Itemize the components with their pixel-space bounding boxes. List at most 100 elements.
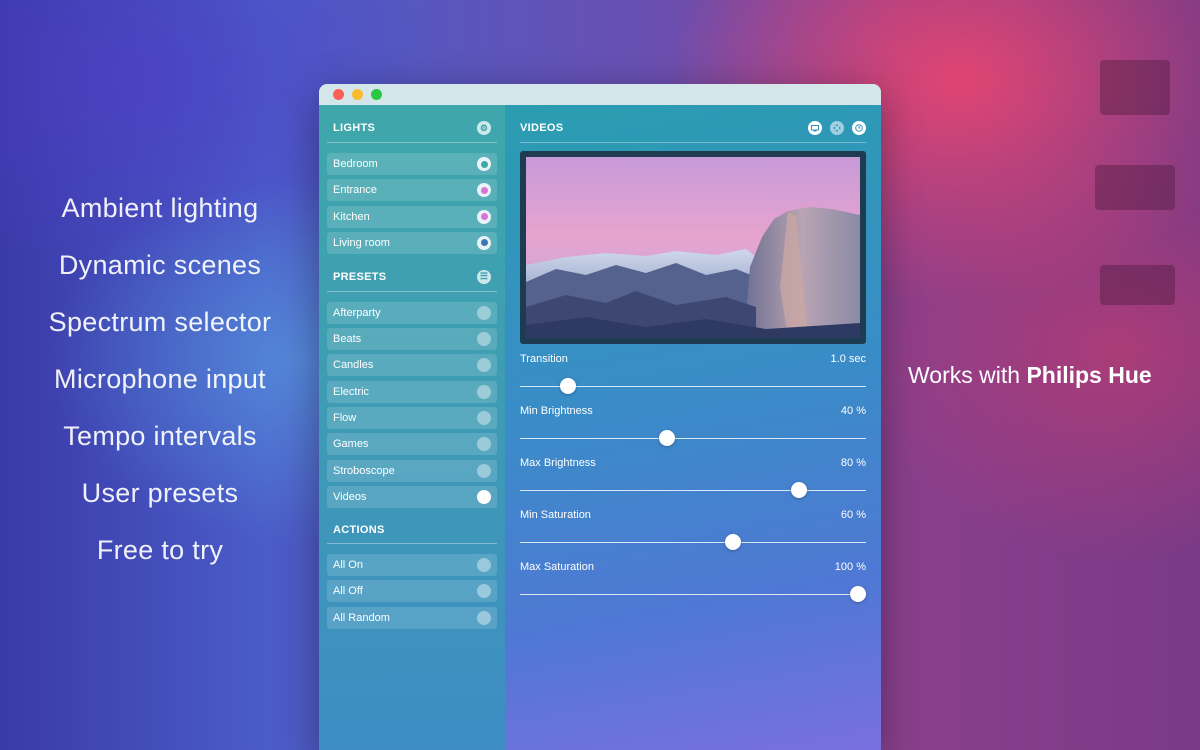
preset-toggle[interactable] — [477, 437, 491, 452]
preset-item-afterparty[interactable]: Afterparty — [327, 301, 497, 324]
slider-knob[interactable] — [559, 378, 576, 394]
slider-min-saturation: Min Saturation 60 % — [520, 509, 866, 561]
zoom-button[interactable] — [371, 89, 382, 100]
video-preview — [520, 151, 866, 344]
preset-toggle[interactable] — [477, 411, 491, 426]
light-color-toggle[interactable] — [477, 235, 491, 250]
light-item-kitchen[interactable]: Kitchen — [327, 205, 497, 228]
close-button[interactable] — [333, 89, 344, 100]
light-item-entrance[interactable]: Entrance — [327, 179, 497, 202]
lights-header: LIGHTS ⚙ — [327, 117, 497, 143]
preset-label: Candles — [333, 359, 374, 372]
light-item-bedroom[interactable]: Bedroom — [327, 153, 497, 175]
action-item-all-off[interactable]: All Off — [327, 580, 497, 603]
actions-title: ACTIONS — [333, 523, 385, 536]
slider-line — [520, 542, 866, 543]
background-shelf — [1100, 60, 1170, 115]
preset-label: Afterparty — [333, 306, 381, 319]
sidebar: LIGHTS ⚙ Bedroom Entrance Kitchen Living… — [319, 105, 505, 750]
feature-item: Ambient lighting — [61, 193, 259, 223]
feature-item: Spectrum selector — [48, 307, 272, 337]
slider-track[interactable] — [520, 473, 866, 509]
slider-knob[interactable] — [790, 482, 807, 498]
slider-min-brightness: Min Brightness 40 % — [520, 405, 866, 457]
slider-track[interactable] — [520, 525, 866, 561]
move-icon[interactable] — [830, 121, 844, 135]
light-label: Entrance — [333, 184, 378, 197]
feature-item: User presets — [81, 478, 239, 508]
slider-value: 1.0 sec — [830, 353, 866, 365]
feature-list: Ambient lighting Dynamic scenes Spectrum… — [0, 180, 320, 579]
light-label: Kitchen — [333, 210, 370, 223]
slider-label: Min Saturation — [520, 509, 591, 521]
light-label: Living room — [333, 236, 390, 249]
background-shelf — [1095, 165, 1175, 210]
light-color-toggle[interactable] — [477, 209, 491, 224]
preset-item-stroboscope[interactable]: Stroboscope — [327, 459, 497, 482]
slider-line — [520, 490, 866, 491]
preset-label: Videos — [333, 490, 367, 503]
action-item-all-on[interactable]: All On — [327, 553, 497, 576]
action-label: All Random — [333, 611, 390, 624]
light-item-living-room[interactable]: Living room — [327, 231, 497, 254]
preset-toggle[interactable] — [477, 463, 491, 478]
screen-icon[interactable] — [808, 121, 822, 135]
slider-label: Transition — [520, 353, 568, 365]
slider-line — [520, 594, 866, 595]
preset-item-candles[interactable]: Candles — [327, 354, 497, 377]
preset-toggle[interactable] — [477, 332, 491, 347]
slider-knob[interactable] — [850, 586, 866, 602]
slider-track[interactable] — [520, 421, 866, 457]
presets-title: PRESETS — [333, 270, 387, 283]
slider-value: 60 % — [840, 509, 866, 521]
feature-item: Microphone input — [54, 364, 266, 394]
slider-value: 80 % — [840, 457, 866, 469]
list-icon[interactable]: ☰ — [477, 269, 491, 284]
slider-max-brightness: Max Brightness 80 % — [520, 457, 866, 509]
action-label: All Off — [333, 585, 363, 598]
feature-item: Free to try — [96, 535, 224, 565]
slider-line — [520, 438, 866, 439]
preset-item-electric[interactable]: Electric — [327, 380, 497, 403]
preset-item-videos[interactable]: Videos — [327, 485, 497, 508]
slider-label: Max Brightness — [520, 457, 596, 469]
clock-icon[interactable] — [852, 121, 866, 135]
main-panel: VIDEOS Transition 1.0 sec Min Brightness… — [505, 105, 881, 750]
slider-value: 40 % — [840, 405, 866, 417]
actions-header: ACTIONS — [327, 520, 497, 544]
preset-toggle[interactable] — [477, 305, 491, 320]
works-with-prefix: Works with — [908, 362, 1021, 388]
action-item-all-random[interactable]: All Random — [327, 606, 497, 629]
action-button-circle[interactable] — [477, 584, 491, 599]
light-label: Bedroom — [333, 158, 378, 170]
preset-item-games[interactable]: Games — [327, 433, 497, 456]
preset-label: Stroboscope — [333, 464, 395, 477]
minimize-button[interactable] — [352, 89, 363, 100]
action-label: All On — [333, 558, 363, 571]
action-button-circle[interactable] — [477, 557, 491, 572]
background-shelf — [1100, 265, 1175, 305]
preset-item-flow[interactable]: Flow — [327, 407, 497, 430]
action-button-circle[interactable] — [477, 610, 491, 625]
preset-toggle-selected[interactable] — [477, 489, 491, 504]
preset-item-beats[interactable]: Beats — [327, 328, 497, 351]
works-with-text: Works with Philips Hue — [908, 362, 1152, 389]
slider-knob[interactable] — [724, 534, 741, 550]
header-icons — [808, 121, 866, 135]
preset-label: Flow — [333, 412, 357, 425]
lights-title: LIGHTS — [333, 122, 376, 134]
mountain-landscape-image — [526, 157, 860, 338]
slider-track[interactable] — [520, 369, 866, 405]
gear-icon[interactable]: ⚙ — [477, 121, 491, 135]
slider-track[interactable] — [520, 577, 866, 613]
preset-label: Beats — [333, 333, 362, 346]
videos-header: VIDEOS — [520, 117, 866, 143]
preset-label: Games — [333, 438, 369, 451]
feature-item: Tempo intervals — [63, 421, 257, 451]
slider-knob[interactable] — [658, 430, 675, 446]
light-color-toggle[interactable] — [477, 183, 491, 198]
light-color-toggle[interactable] — [477, 157, 491, 171]
presets-header: PRESETS ☰ — [327, 266, 497, 292]
preset-toggle[interactable] — [477, 384, 491, 399]
preset-toggle[interactable] — [477, 358, 491, 373]
